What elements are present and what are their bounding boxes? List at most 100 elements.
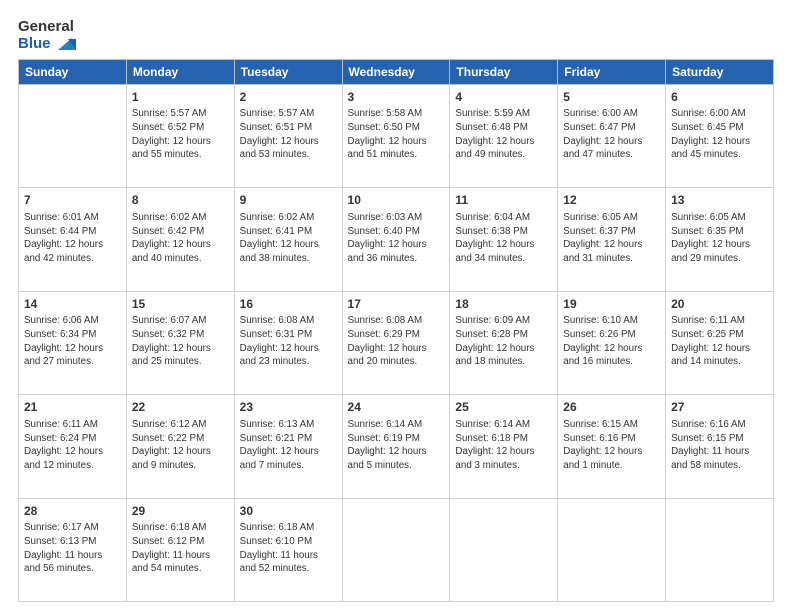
day-number: 19 (563, 296, 660, 313)
day-number: 20 (671, 296, 768, 313)
day-info: Sunrise: 6:07 AM Sunset: 6:32 PM Dayligh… (132, 314, 229, 369)
calendar-cell: 6Sunrise: 6:00 AM Sunset: 6:45 PM Daylig… (666, 84, 774, 188)
day-info: Sunrise: 6:10 AM Sunset: 6:26 PM Dayligh… (563, 314, 660, 369)
week-row-3: 21 Sunrise: 6:11 AM Sunset: 6:24 PM Dayli… (19, 395, 774, 499)
calendar-cell: 11 Sunrise: 6:04 AM Sunset: 6:38 PM Dayli… (450, 188, 558, 292)
logo-triangle-icon (54, 36, 76, 52)
weekday-header-thursday: Thursday (450, 59, 558, 84)
calendar-cell (342, 498, 450, 602)
day-number: 11 (455, 192, 552, 209)
day-number: 23 (240, 399, 337, 416)
calendar-cell: 2Sunrise: 5:57 AM Sunset: 6:51 PM Daylig… (234, 84, 342, 188)
day-number: 29 (132, 503, 229, 520)
day-number: 6 (671, 89, 768, 106)
day-number: 14 (24, 296, 121, 313)
day-info: Sunrise: 5:57 AM Sunset: 6:52 PM Dayligh… (132, 107, 229, 162)
week-row-1: 7 Sunrise: 6:01 AM Sunset: 6:44 PM Daylig… (19, 188, 774, 292)
calendar-table: SundayMondayTuesdayWednesdayThursdayFrid… (18, 59, 774, 603)
calendar-cell (666, 498, 774, 602)
day-info: Sunrise: 6:08 AM Sunset: 6:29 PM Dayligh… (348, 314, 445, 369)
calendar-cell: 15Sunrise: 6:07 AM Sunset: 6:32 PM Dayli… (126, 291, 234, 395)
calendar-cell: 26 Sunrise: 6:15 AM Sunset: 6:16 PM Dayli… (558, 395, 666, 499)
weekday-header-wednesday: Wednesday (342, 59, 450, 84)
weekday-header-saturday: Saturday (666, 59, 774, 84)
calendar-cell: 29Sunrise: 6:18 AM Sunset: 6:12 PM Dayli… (126, 498, 234, 602)
day-info: Sunrise: 5:57 AM Sunset: 6:51 PM Dayligh… (240, 107, 337, 162)
day-info: Sunrise: 6:14 AM Sunset: 6:19 PM Dayligh… (348, 418, 445, 473)
day-number: 25 (455, 399, 552, 416)
day-number: 21 (24, 399, 121, 416)
calendar-cell: 25Sunrise: 6:14 AM Sunset: 6:18 PM Dayli… (450, 395, 558, 499)
calendar-cell: 23 Sunrise: 6:13 AM Sunset: 6:21 PM Dayli… (234, 395, 342, 499)
day-info: Sunrise: 6:00 AM Sunset: 6:47 PM Dayligh… (563, 107, 660, 162)
calendar-cell: 13 Sunrise: 6:05 AM Sunset: 6:35 PM Dayli… (666, 188, 774, 292)
day-number: 26 (563, 399, 660, 416)
day-info: Sunrise: 5:58 AM Sunset: 6:50 PM Dayligh… (348, 107, 445, 162)
calendar-cell: 16Sunrise: 6:08 AM Sunset: 6:31 PM Dayli… (234, 291, 342, 395)
calendar-cell: 19Sunrise: 6:10 AM Sunset: 6:26 PM Dayli… (558, 291, 666, 395)
day-number: 7 (24, 192, 121, 209)
day-info: Sunrise: 6:04 AM Sunset: 6:38 PM Dayligh… (455, 211, 552, 266)
page: General Blue SundayMondayTuesdayWednesda… (0, 0, 792, 612)
day-info: Sunrise: 6:06 AM Sunset: 6:34 PM Dayligh… (24, 314, 121, 369)
calendar-cell: 28Sunrise: 6:17 AM Sunset: 6:13 PM Dayli… (19, 498, 127, 602)
calendar-cell: 4Sunrise: 5:59 AM Sunset: 6:48 PM Daylig… (450, 84, 558, 188)
day-number: 5 (563, 89, 660, 106)
day-number: 24 (348, 399, 445, 416)
day-info: Sunrise: 6:05 AM Sunset: 6:37 PM Dayligh… (563, 211, 660, 266)
day-info: Sunrise: 6:02 AM Sunset: 6:42 PM Dayligh… (132, 211, 229, 266)
day-number: 16 (240, 296, 337, 313)
day-number: 4 (455, 89, 552, 106)
header: General Blue (18, 18, 774, 53)
day-info: Sunrise: 6:00 AM Sunset: 6:45 PM Dayligh… (671, 107, 768, 162)
calendar-cell: 20Sunrise: 6:11 AM Sunset: 6:25 PM Dayli… (666, 291, 774, 395)
day-info: Sunrise: 6:01 AM Sunset: 6:44 PM Dayligh… (24, 211, 121, 266)
logo: General Blue (18, 18, 76, 53)
calendar-cell: 22 Sunrise: 6:12 AM Sunset: 6:22 PM Dayli… (126, 395, 234, 499)
calendar-cell: 17Sunrise: 6:08 AM Sunset: 6:29 PM Dayli… (342, 291, 450, 395)
calendar-cell: 21 Sunrise: 6:11 AM Sunset: 6:24 PM Dayli… (19, 395, 127, 499)
calendar-cell: 30Sunrise: 6:18 AM Sunset: 6:10 PM Dayli… (234, 498, 342, 602)
day-number: 22 (132, 399, 229, 416)
calendar-cell: 10 Sunrise: 6:03 AM Sunset: 6:40 PM Dayli… (342, 188, 450, 292)
day-info: Sunrise: 6:13 AM Sunset: 6:21 PM Dayligh… (240, 418, 337, 473)
day-number: 12 (563, 192, 660, 209)
day-info: Sunrise: 6:11 AM Sunset: 6:24 PM Dayligh… (24, 418, 121, 473)
day-number: 30 (240, 503, 337, 520)
calendar-cell: 5Sunrise: 6:00 AM Sunset: 6:47 PM Daylig… (558, 84, 666, 188)
day-info: Sunrise: 6:12 AM Sunset: 6:22 PM Dayligh… (132, 418, 229, 473)
calendar-cell: 24 Sunrise: 6:14 AM Sunset: 6:19 PM Dayli… (342, 395, 450, 499)
week-row-2: 14Sunrise: 6:06 AM Sunset: 6:34 PM Dayli… (19, 291, 774, 395)
day-info: Sunrise: 6:17 AM Sunset: 6:13 PM Dayligh… (24, 521, 121, 576)
logo-text: General Blue (18, 18, 76, 53)
day-number: 28 (24, 503, 121, 520)
calendar-cell: 1Sunrise: 5:57 AM Sunset: 6:52 PM Daylig… (126, 84, 234, 188)
day-info: Sunrise: 6:15 AM Sunset: 6:16 PM Dayligh… (563, 418, 660, 473)
week-row-0: 1Sunrise: 5:57 AM Sunset: 6:52 PM Daylig… (19, 84, 774, 188)
day-number: 13 (671, 192, 768, 209)
day-info: Sunrise: 6:09 AM Sunset: 6:28 PM Dayligh… (455, 314, 552, 369)
weekday-header-tuesday: Tuesday (234, 59, 342, 84)
day-number: 15 (132, 296, 229, 313)
day-number: 27 (671, 399, 768, 416)
week-row-4: 28Sunrise: 6:17 AM Sunset: 6:13 PM Dayli… (19, 498, 774, 602)
day-info: Sunrise: 6:05 AM Sunset: 6:35 PM Dayligh… (671, 211, 768, 266)
calendar-cell: 18Sunrise: 6:09 AM Sunset: 6:28 PM Dayli… (450, 291, 558, 395)
calendar-cell (19, 84, 127, 188)
day-info: Sunrise: 6:03 AM Sunset: 6:40 PM Dayligh… (348, 211, 445, 266)
day-info: Sunrise: 6:18 AM Sunset: 6:10 PM Dayligh… (240, 521, 337, 576)
day-number: 10 (348, 192, 445, 209)
weekday-header-friday: Friday (558, 59, 666, 84)
calendar-cell: 9 Sunrise: 6:02 AM Sunset: 6:41 PM Daylig… (234, 188, 342, 292)
day-number: 17 (348, 296, 445, 313)
day-info: Sunrise: 6:11 AM Sunset: 6:25 PM Dayligh… (671, 314, 768, 369)
day-info: Sunrise: 6:02 AM Sunset: 6:41 PM Dayligh… (240, 211, 337, 266)
calendar-cell: 27 Sunrise: 6:16 AM Sunset: 6:15 PM Dayli… (666, 395, 774, 499)
day-number: 9 (240, 192, 337, 209)
weekday-header-monday: Monday (126, 59, 234, 84)
weekday-header-row: SundayMondayTuesdayWednesdayThursdayFrid… (19, 59, 774, 84)
calendar-cell: 7 Sunrise: 6:01 AM Sunset: 6:44 PM Daylig… (19, 188, 127, 292)
day-info: Sunrise: 6:16 AM Sunset: 6:15 PM Dayligh… (671, 418, 768, 473)
calendar-cell: 8Sunrise: 6:02 AM Sunset: 6:42 PM Daylig… (126, 188, 234, 292)
day-number: 18 (455, 296, 552, 313)
